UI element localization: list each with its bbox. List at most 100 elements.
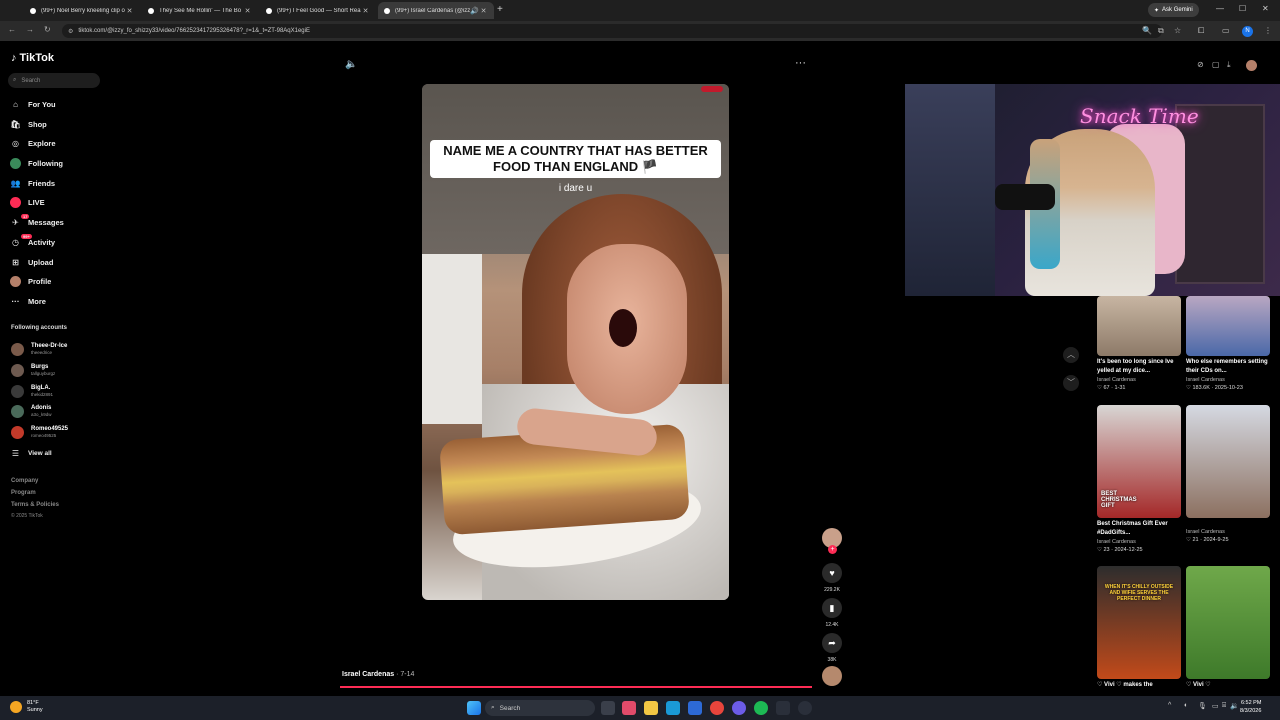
recommended-video[interactable]: WHEN IT'S CHILLY OUTSIDE AND WIFIE SERVE… [1097, 566, 1181, 690]
upload-icon: ⊞ [12, 257, 19, 267]
mic-icon[interactable]: 🎙 [1198, 702, 1207, 710]
menu-dots-icon[interactable]: ⋮ [1264, 26, 1272, 35]
user-avatar[interactable] [1246, 60, 1257, 71]
volume-icon[interactable]: 🔉 [1230, 702, 1239, 710]
new-tab-button[interactable]: + [497, 4, 503, 15]
maximize-icon[interactable]: ☐ [1239, 4, 1246, 13]
browser-tab[interactable]: They See Me Rollin' — The Bo ✕ [142, 2, 258, 19]
recommended-video[interactable]: BEST CHRISTMAS GIFT Best Christmas Gift … [1097, 405, 1181, 554]
browser-tab[interactable]: (99+) Noel Berry kneeling clip o ✕ [24, 2, 140, 19]
close-tab-icon[interactable]: ✕ [243, 7, 252, 15]
weather-widget[interactable]: 81°F Sunny [10, 700, 43, 714]
taskbar-search[interactable]: ⌕ Search [485, 700, 595, 716]
discord-icon[interactable] [732, 701, 746, 715]
nav-activity[interactable]: ◷ 99+ Activity [10, 233, 55, 249]
nav-explore[interactable]: ◎ Explore [10, 136, 56, 150]
footer-link-company[interactable]: Company [11, 478, 38, 484]
account-item[interactable]: Theee-Dr-Ice theeedrice [11, 340, 67, 358]
video-author[interactable]: Israel Cardenas · 7-14 [342, 671, 414, 678]
extensions-icon[interactable]: ⧠ [1198, 26, 1204, 36]
browser-tab-active[interactable]: (99+) Israel Cardenas (@izzy 🔊 ✕ [378, 2, 494, 19]
volume-icon[interactable]: 🔈 [345, 59, 357, 70]
nav-messages[interactable]: ✈ 17 Messages [10, 213, 64, 229]
url-field[interactable]: ⚙ tiktok.com/@izzy_fo_shizzy33/video/766… [62, 24, 1162, 38]
reading-list-icon[interactable]: ▭ [1222, 26, 1230, 35]
video-more-icon[interactable]: ··· [795, 57, 806, 69]
video-title: ♡ Vivi ♡ makes the [1097, 682, 1153, 688]
account-item[interactable]: Romeo49525 romeo49525 [11, 423, 68, 441]
nav-following[interactable]: Following [10, 156, 63, 170]
nav-profile[interactable]: Profile [10, 274, 51, 288]
nav-upload[interactable]: ⊞ Upload [10, 255, 53, 269]
view-all-label: View all [28, 449, 52, 457]
coin-icon[interactable]: ⊘ [1197, 60, 1204, 69]
video-player[interactable]: NAME ME A COUNTRY THAT HAS BETTER FOOD T… [422, 84, 729, 600]
nav-friends[interactable]: 👥 Friends [10, 176, 56, 190]
recommended-video[interactable]: ♡ Vivi ♡ [1186, 566, 1270, 690]
recommended-video[interactable]: Israel Cardenas ♡ 21 · 2024-9-25 [1186, 405, 1270, 544]
like-button[interactable]: ♥ [822, 563, 842, 583]
back-icon[interactable]: ← [8, 25, 16, 34]
reload-icon[interactable]: ↻ [44, 25, 51, 34]
chrome-icon[interactable] [710, 701, 724, 715]
install-icon[interactable]: ⧉ [1158, 26, 1164, 36]
bookmark-star-icon[interactable]: ☆ [1174, 26, 1181, 35]
save-button[interactable]: ▮ [822, 598, 842, 618]
recommended-video[interactable]: Who else remembers setting their CDs on.… [1186, 296, 1270, 392]
scroll-up-button[interactable]: ︿ [1063, 347, 1079, 363]
forward-icon[interactable]: → [26, 25, 34, 34]
profile-avatar[interactable]: N [1242, 26, 1253, 37]
display-icon[interactable]: ▭ [1212, 702, 1219, 710]
tray-app-icon[interactable]: ◐ [1184, 702, 1188, 709]
close-tab-icon[interactable]: ✕ [479, 7, 488, 15]
taskbar-search-label: Search [499, 704, 521, 712]
account-item[interactable]: Adonis a3o_k9dw [11, 402, 52, 420]
site-info-icon[interactable]: ⚙ [68, 28, 73, 35]
footer-link-terms[interactable]: Terms & Policies [11, 502, 59, 508]
nav-live[interactable]: LIVE [10, 195, 45, 209]
search-input[interactable]: ⌕ Search [8, 73, 100, 88]
tiktok-logo[interactable]: ♪ TikTok [11, 52, 54, 64]
scroll-down-button[interactable]: ﹀ [1063, 375, 1079, 391]
shop-icon: 🛍 [10, 119, 21, 129]
store-icon[interactable] [688, 701, 702, 715]
nav-shop[interactable]: 🛍 Shop [10, 117, 46, 131]
view-all-link[interactable]: ☰ View all [10, 446, 52, 460]
spotify-icon[interactable] [754, 701, 768, 715]
edge-icon[interactable] [666, 701, 680, 715]
clock[interactable]: 6:52 PM 8/3/2026 [1240, 699, 1261, 715]
webcam-overlay: Snack Time [905, 84, 1280, 296]
minimize-icon[interactable]: — [1216, 4, 1224, 13]
close-tab-icon[interactable]: ✕ [361, 7, 370, 15]
nav-for-you[interactable]: ⌂ For You [10, 97, 56, 111]
inbox-icon[interactable]: ▢ [1212, 60, 1220, 69]
ask-gemini-button[interactable]: ✦ Ask Gemini [1148, 3, 1199, 17]
share-button[interactable]: ➦ [822, 633, 842, 653]
messages-icon: ✈ 17 [12, 213, 30, 227]
xbox-icon[interactable] [776, 701, 790, 715]
network-icon[interactable]: ⌸ [1222, 702, 1226, 710]
browser-tab[interactable]: (99+) I Feel Good — Short Rea ✕ [260, 2, 376, 19]
following-icon [10, 157, 21, 169]
windows-start-icon[interactable] [467, 701, 481, 715]
copilot-icon[interactable] [622, 701, 636, 715]
video-progress-bar[interactable] [340, 686, 812, 688]
music-disc-icon[interactable] [822, 666, 842, 686]
account-item[interactable]: Burgs tallguyburgz [11, 361, 55, 379]
obs-icon[interactable] [798, 701, 812, 715]
account-name: Adonis [31, 405, 52, 411]
close-window-icon[interactable]: ✕ [1262, 4, 1269, 13]
footer-link-program[interactable]: Program [11, 490, 36, 496]
account-name: Romeo49525 [31, 426, 69, 432]
account-item[interactable]: BigLA. thekid2891 [11, 382, 53, 400]
zoom-icon[interactable]: 🔍 [1142, 26, 1152, 35]
follow-plus-icon[interactable]: + [828, 545, 837, 554]
tray-chevron-icon[interactable]: ^ [1168, 702, 1171, 709]
recommended-video[interactable]: It's been too long since Ive yelled at m… [1097, 296, 1181, 392]
close-tab-icon[interactable]: ✕ [125, 7, 134, 15]
speaker-icon[interactable]: 🔊 [470, 7, 479, 15]
file-explorer-icon[interactable] [644, 701, 658, 715]
task-view-icon[interactable] [601, 701, 615, 715]
nav-more[interactable]: ··· More [10, 294, 46, 308]
download-icon[interactable]: ⤓ [1227, 60, 1231, 70]
